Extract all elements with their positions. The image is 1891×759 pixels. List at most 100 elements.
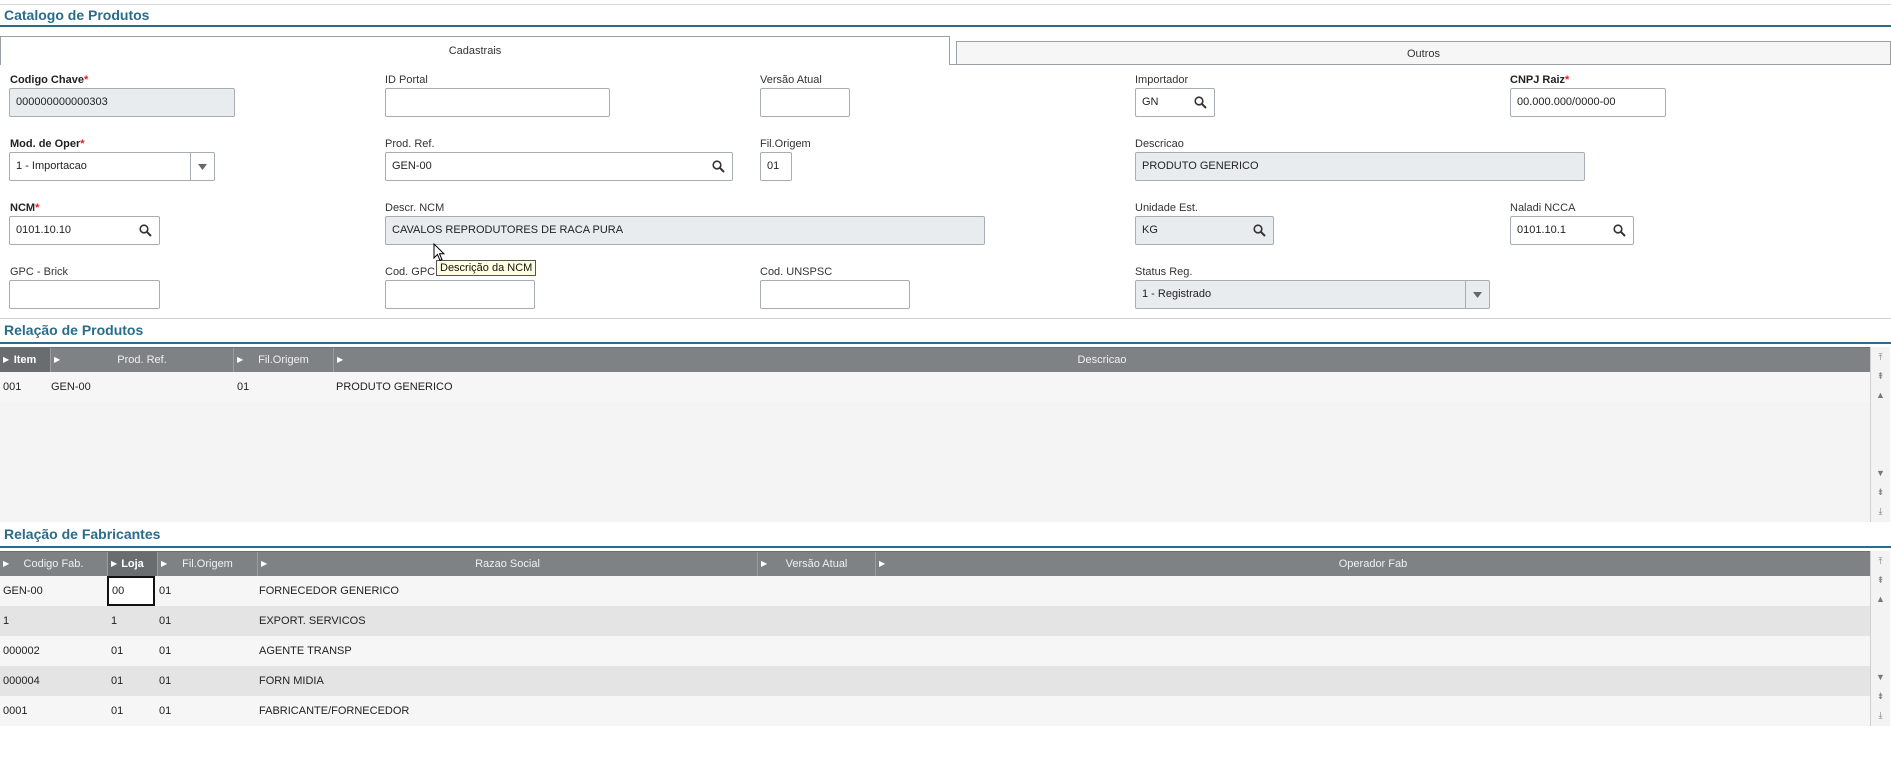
- cell-fil-origem: 01: [159, 705, 172, 717]
- table-row[interactable]: 000004 01 01 FORN MIDIA: [0, 666, 1870, 696]
- tab-outros[interactable]: Outros: [956, 41, 1891, 65]
- table-row[interactable]: 1 1 01 EXPORT. SERVICOS: [0, 606, 1870, 636]
- codigo-chave-label: Codigo Chave*: [10, 74, 89, 86]
- scroll-pagedown-icon[interactable]: ⇟: [1871, 687, 1890, 705]
- scroll-bottom-icon[interactable]: ⤓: [1871, 706, 1890, 724]
- scroll-down-icon[interactable]: ▼: [1871, 668, 1890, 686]
- search-icon[interactable]: [1605, 217, 1633, 244]
- cell-fil-origem: 01: [159, 615, 172, 627]
- sort-arrow-icon: ▶: [879, 559, 886, 568]
- naladi-ncca-field[interactable]: 0101.10.1: [1510, 216, 1634, 245]
- cell-razao-social: FORNECEDOR GENERICO: [259, 585, 399, 597]
- col-header-operador-fab[interactable]: ▶ Operador Fab: [875, 552, 1870, 576]
- sort-arrow-icon: ▶: [3, 559, 10, 568]
- col-header-versao-atual[interactable]: ▶ Versão Atual: [757, 552, 875, 576]
- descricao-field[interactable]: PRODUTO GENERICO: [1135, 152, 1585, 181]
- cell-loja: 01: [111, 645, 124, 657]
- sort-arrow-icon: ▶: [3, 355, 10, 364]
- cell-codigo-fab: 0001: [3, 705, 28, 717]
- table-row[interactable]: 0001 01 01 FABRICANTE/FORNECEDOR: [0, 696, 1870, 726]
- prod-ref-label: Prod. Ref.: [385, 138, 435, 150]
- chevron-down-icon[interactable]: [1465, 281, 1489, 308]
- versao-atual-label: Versão Atual: [760, 74, 822, 86]
- id-portal-field[interactable]: [385, 88, 610, 117]
- col-header-fil-origem[interactable]: ▶ Fil.Origem: [157, 552, 257, 576]
- cell-codigo-fab: 1: [3, 615, 10, 627]
- scroll-down-icon[interactable]: ▼: [1871, 464, 1890, 482]
- fil-origem-label: Fil.Origem: [760, 138, 811, 150]
- col-header-descricao[interactable]: ▶ Descricao: [333, 348, 1870, 372]
- cell-codigo-fab: GEN-00: [3, 585, 43, 597]
- scroll-pageup-icon[interactable]: ⇞: [1871, 367, 1890, 385]
- sort-arrow-icon: ▶: [337, 355, 344, 364]
- descricao-label: Descricao: [1135, 138, 1184, 150]
- cod-unspsc-field[interactable]: [760, 280, 910, 309]
- fil-origem-field[interactable]: 01: [760, 152, 792, 181]
- scroll-top-icon[interactable]: ⤒: [1871, 552, 1890, 570]
- col-header-loja[interactable]: ▶ Loja: [107, 552, 157, 576]
- cell-loja: 1: [111, 615, 118, 627]
- naladi-ncca-label: Naladi NCCA: [1510, 202, 1576, 214]
- ncm-tooltip: Descrição da NCM: [436, 260, 537, 276]
- produtos-title: Relação de Produtos: [4, 322, 144, 338]
- search-icon[interactable]: [1186, 89, 1214, 116]
- cell-loja: 01: [111, 705, 124, 717]
- scroll-up-icon[interactable]: ▲: [1871, 386, 1890, 404]
- chevron-down-icon[interactable]: [190, 153, 214, 180]
- table-row[interactable]: 000002 01 01 AGENTE TRANSP: [0, 636, 1870, 666]
- window-top-strip: [0, 0, 1891, 5]
- unidade-est-field[interactable]: KG: [1135, 216, 1274, 245]
- unidade-est-label: Unidade Est.: [1135, 202, 1198, 214]
- table-row[interactable]: 001 GEN-00 01 PRODUTO GENERICO: [0, 372, 1870, 402]
- scroll-up-icon[interactable]: ▲: [1871, 590, 1890, 608]
- scroll-bottom-icon[interactable]: ⤓: [1871, 502, 1890, 520]
- search-icon[interactable]: [704, 153, 732, 180]
- gpc-brick-field[interactable]: [9, 280, 160, 309]
- cell-descricao: PRODUTO GENERICO: [336, 381, 453, 393]
- scroll-pageup-icon[interactable]: ⇞: [1871, 571, 1890, 589]
- cod-gpc-field[interactable]: [385, 280, 535, 309]
- col-header-prod-ref[interactable]: ▶ Prod. Ref.: [50, 348, 233, 372]
- search-icon[interactable]: [131, 217, 159, 244]
- cod-unspsc-label: Cod. UNSPSC: [760, 266, 833, 278]
- cnpj-raiz-label: CNPJ Raiz*: [1510, 74, 1570, 86]
- cell-razao-social: EXPORT. SERVICOS: [259, 615, 366, 627]
- search-icon[interactable]: [1245, 217, 1273, 244]
- mod-oper-select[interactable]: 1 - Importacao: [9, 152, 215, 181]
- produtos-rule: [0, 342, 1891, 344]
- sort-arrow-icon: ▶: [54, 355, 61, 364]
- sort-arrow-icon: ▶: [761, 559, 768, 568]
- mouse-cursor-icon: [433, 242, 446, 265]
- id-portal-label: ID Portal: [385, 74, 428, 86]
- scroll-pagedown-icon[interactable]: ⇟: [1871, 483, 1890, 501]
- ncm-label: NCM*: [10, 202, 40, 214]
- produtos-grid-body: 001 GEN-00 01 PRODUTO GENERICO: [0, 372, 1870, 522]
- gpc-brick-label: GPC - Brick: [10, 266, 69, 278]
- sort-arrow-icon: ▶: [161, 559, 168, 568]
- col-header-fil-origem[interactable]: ▶ Fil.Origem: [233, 348, 333, 372]
- col-header-item[interactable]: ▶ Item: [0, 348, 50, 372]
- cnpj-raiz-field[interactable]: 00.000.000/0000-00: [1510, 88, 1666, 117]
- versao-atual-field[interactable]: [760, 88, 850, 117]
- tab-baseline: [950, 64, 1891, 65]
- sort-arrow-icon: ▶: [111, 559, 118, 568]
- status-reg-select[interactable]: 1 - Registrado: [1135, 280, 1490, 309]
- col-header-codigo-fab[interactable]: ▶ Codigo Fab.: [0, 552, 107, 576]
- importador-field[interactable]: GN: [1135, 88, 1215, 117]
- prod-ref-field[interactable]: GEN-00: [385, 152, 733, 181]
- ncm-field[interactable]: 0101.10.10: [9, 216, 160, 245]
- table-row[interactable]: GEN-00 00 01 FORNECEDOR GENERICO: [0, 576, 1870, 606]
- produtos-scrollbar[interactable]: ⤒ ⇞ ▲ ▼ ⇟ ⤓: [1870, 347, 1890, 522]
- descr-ncm-label: Descr. NCM: [385, 202, 445, 214]
- fabricantes-scrollbar[interactable]: ⤒ ⇞ ▲ ▼ ⇟ ⤓: [1870, 551, 1890, 726]
- title-rule: [0, 25, 1891, 27]
- descr-ncm-field[interactable]: CAVALOS REPRODUTORES DE RACA PURA: [385, 216, 985, 245]
- cell-loja[interactable]: 00: [107, 576, 155, 606]
- col-header-razao-social[interactable]: ▶ Razao Social: [257, 552, 757, 576]
- cell-fil-origem: 01: [237, 381, 250, 393]
- cell-razao-social: AGENTE TRANSP: [259, 645, 352, 657]
- codigo-chave-field[interactable]: 000000000000303: [9, 88, 235, 117]
- scroll-top-icon[interactable]: ⤒: [1871, 348, 1890, 366]
- tab-cadastrais[interactable]: Cadastrais: [0, 36, 950, 65]
- cell-codigo-fab: 000002: [3, 645, 40, 657]
